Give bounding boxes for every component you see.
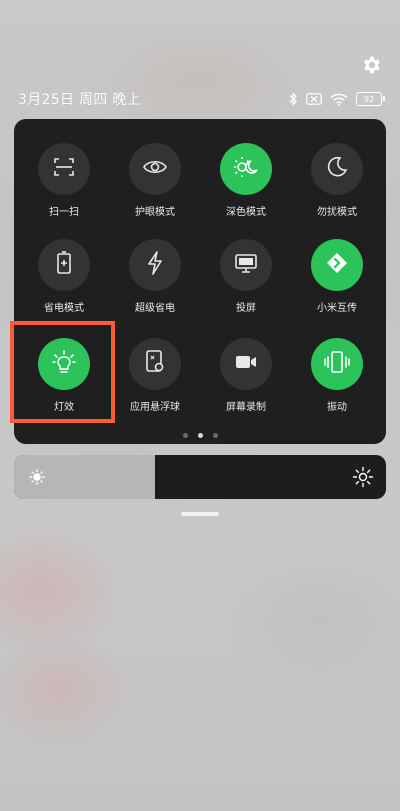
tile-screen-record-button[interactable] [220,338,272,390]
tile-vibrate-button[interactable] [311,338,363,390]
tile-label: 超级省电 [135,303,175,314]
tile-scan[interactable]: 扫一扫 [21,143,107,233]
page-dot [182,433,188,438]
scan-icon [52,155,76,183]
dark-mode-icon [232,153,260,185]
tile-mi-share[interactable]: 小米互传 [294,239,380,329]
battery-level-text: 92 [363,94,375,104]
tile-floating-ball-button[interactable] [129,338,181,390]
vibrate-icon [323,349,351,379]
panel-handle[interactable] [181,512,219,516]
gear-icon[interactable] [361,54,383,76]
tile-eye-care-button[interactable] [129,143,181,195]
tile-battery-saver-button[interactable] [38,239,90,291]
tile-label: 勿扰模式 [317,207,357,218]
lightning-icon [143,250,167,280]
mi-share-icon [324,250,350,280]
tile-super-saver-button[interactable] [129,239,181,291]
tile-super-saver[interactable]: 超级省电 [112,239,198,329]
tile-label: 振动 [327,402,347,413]
bluetooth-icon [288,92,298,106]
page-dot [212,433,218,438]
brightness-high-icon [352,466,374,492]
battery-saver-icon [52,250,76,280]
tile-screen-record[interactable]: 屏幕录制 [203,338,289,428]
tile-vibrate[interactable]: 振动 [294,338,380,428]
page-indicator [14,433,386,438]
wifi-icon [330,93,348,106]
tile-label: 应用悬浮球 [130,402,180,413]
status-icons: 92 [288,92,385,106]
date-time-text: 3月25日 周四 晚上 [18,92,141,108]
tile-eye-care[interactable]: 护眼模式 [112,143,198,233]
status-row: 3月25日 周四 晚上 92 [18,88,385,110]
tile-label: 投屏 [236,303,256,314]
tile-screen-cast-button[interactable] [220,239,272,291]
eye-icon [142,154,168,184]
tile-label: 小米互传 [317,303,357,314]
tile-dark-mode-button[interactable] [220,143,272,195]
tile-dnd-button[interactable] [311,143,363,195]
tile-battery-saver[interactable]: 省电模式 [21,239,107,329]
video-camera-icon [233,350,259,378]
page-dot-active [197,433,203,438]
tile-screen-cast[interactable]: 投屏 [203,239,289,329]
tile-label: 省电模式 [44,303,84,314]
tile-label: 屏幕录制 [226,402,266,413]
screen-cast-icon [233,251,259,279]
tile-label: 扫一扫 [49,207,79,218]
tile-label: 深色模式 [226,207,266,218]
no-sim-icon [306,93,322,105]
moon-icon [325,155,349,183]
tile-dark-mode[interactable]: 深色模式 [203,143,289,233]
battery-icon: 92 [356,92,385,106]
highlight-annotation [10,321,115,423]
brightness-slider[interactable] [14,455,386,499]
tile-floating-ball[interactable]: 应用悬浮球 [112,338,198,428]
tile-do-not-disturb[interactable]: 勿扰模式 [294,143,380,233]
tile-label: 护眼模式 [135,207,175,218]
tile-mi-share-button[interactable] [311,239,363,291]
brightness-low-icon [28,468,46,490]
tile-scan-button[interactable] [38,143,90,195]
floating-ball-icon [143,349,167,379]
